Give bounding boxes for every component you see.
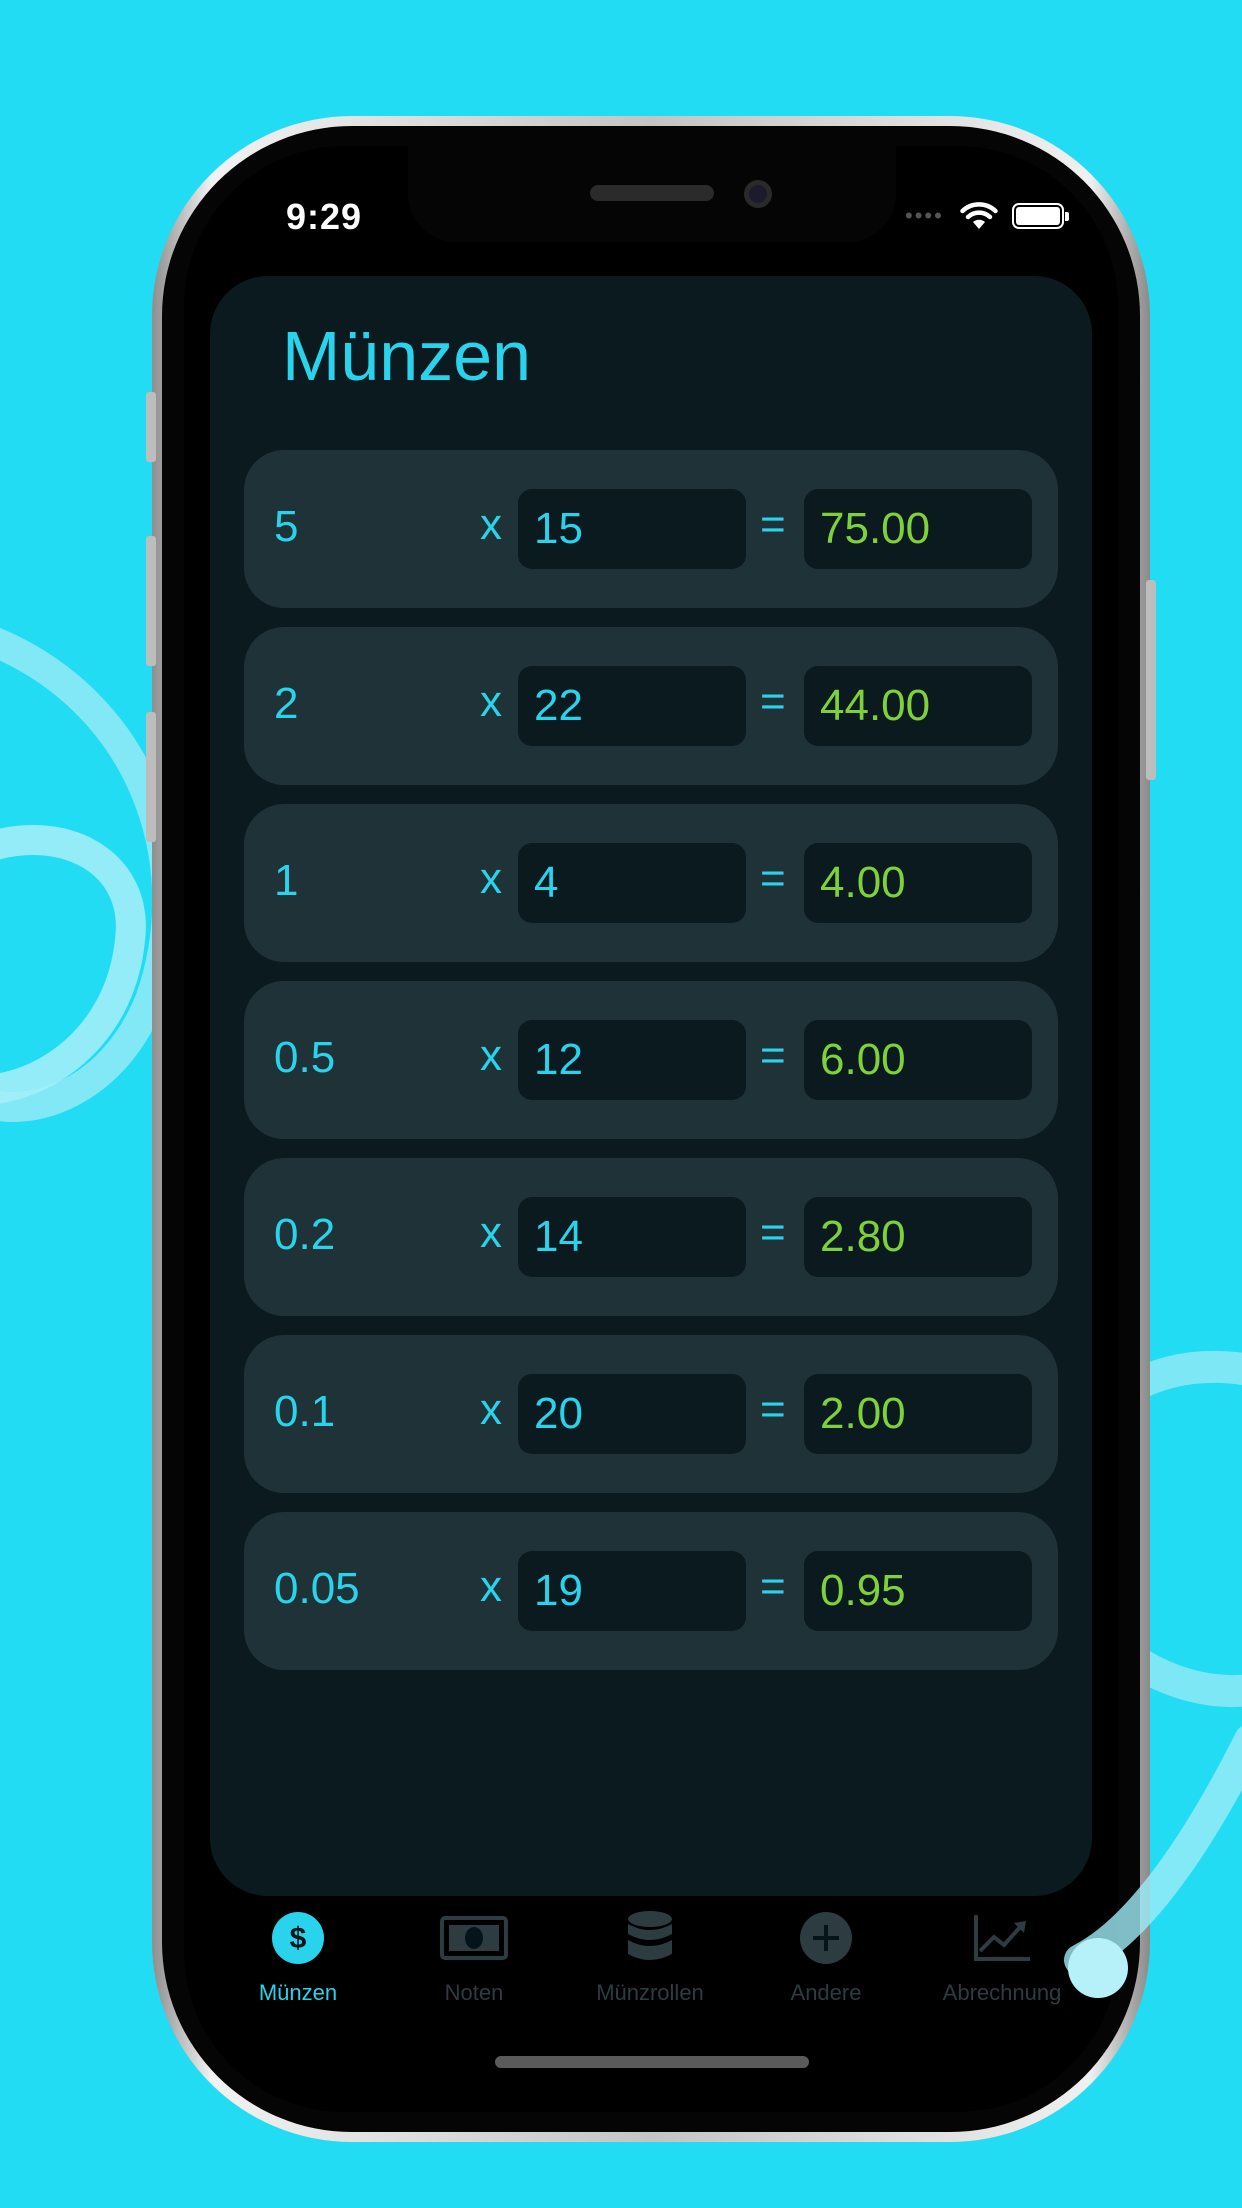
quantity-input[interactable]	[518, 489, 746, 569]
power-button	[1146, 580, 1156, 780]
tab-noten[interactable]: Noten	[386, 1910, 562, 2020]
tab-label: Noten	[444, 1980, 504, 2005]
speaker	[590, 185, 714, 201]
multiply-sign: x	[480, 1385, 502, 1434]
quantity-input[interactable]	[518, 1551, 746, 1631]
denomination-label: 0.05	[274, 1564, 360, 1613]
equals-sign: =	[760, 1031, 786, 1080]
tab-label: Abrechnung	[942, 1980, 1062, 2005]
row-total: 75.00	[804, 489, 1032, 569]
quantity-input[interactable]	[518, 1374, 746, 1454]
row-total: 2.80	[804, 1197, 1032, 1277]
equals-sign: =	[760, 677, 786, 726]
coin-roll-icon	[615, 1910, 685, 1966]
row-total: 2.00	[804, 1374, 1032, 1454]
page-title: Münzen	[282, 317, 532, 395]
tab-muenzen[interactable]: $ Münzen	[210, 1910, 386, 2020]
battery-icon	[1011, 203, 1069, 229]
volume-down-button	[146, 712, 156, 842]
tab-abrechnung[interactable]: Abrechnung	[914, 1910, 1090, 2020]
equals-sign: =	[760, 1208, 786, 1257]
row-total: 0.95	[804, 1551, 1032, 1631]
equals-sign: =	[760, 500, 786, 549]
denomination-label: 0.2	[274, 1210, 336, 1259]
front-camera	[744, 180, 772, 208]
multiply-sign: x	[480, 500, 502, 549]
mute-switch	[146, 392, 156, 462]
coin-row: 0.5 x = 6.00	[244, 981, 1058, 1139]
tab-bar: $ Münzen Noten Münzrollen Andere Abrechn…	[210, 1910, 1092, 2020]
multiply-sign: x	[480, 854, 502, 903]
status-time: 9:29	[286, 196, 363, 237]
plus-circle-icon	[791, 1910, 861, 1966]
quantity-input[interactable]	[518, 666, 746, 746]
tab-label: Münzrollen	[596, 1980, 704, 2005]
banknote-icon	[439, 1910, 509, 1966]
tab-label: Andere	[790, 1980, 862, 2005]
wifi-icon	[960, 202, 998, 229]
coin-row: 5 x = 75.00	[244, 450, 1058, 608]
tab-andere[interactable]: Andere	[738, 1910, 914, 2020]
equals-sign: =	[760, 1385, 786, 1434]
denomination-label: 5	[274, 502, 299, 551]
tab-muenzrollen[interactable]: Münzrollen	[562, 1910, 738, 2020]
denomination-label: 2	[274, 679, 299, 728]
signal-dots-icon: ••••	[905, 203, 944, 228]
coin-row: 0.05 x = 0.95	[244, 1512, 1058, 1670]
denomination-label: 0.5	[274, 1033, 336, 1082]
status-icons: ••••	[905, 196, 1069, 236]
quantity-input[interactable]	[518, 1197, 746, 1277]
coin-row: 2 x = 44.00	[244, 627, 1058, 785]
denomination-label: 0.1	[274, 1387, 336, 1436]
volume-up-button	[146, 536, 156, 666]
denomination-label: 1	[274, 856, 299, 905]
svg-text:$: $	[290, 1922, 307, 1955]
home-indicator[interactable]	[495, 2056, 809, 2068]
multiply-sign: x	[480, 1031, 502, 1080]
chart-icon	[967, 1910, 1037, 1966]
coin-row: 1 x = 4.00	[244, 804, 1058, 962]
equals-sign: =	[760, 1562, 786, 1611]
multiply-sign: x	[480, 1562, 502, 1611]
dollar-coin-icon: $	[263, 1910, 333, 1966]
stage: 9:29 •••• Münzen 5 x = 75.00 2 x = 44.00…	[0, 0, 1242, 2208]
row-total: 6.00	[804, 1020, 1032, 1100]
row-total: 44.00	[804, 666, 1032, 746]
quantity-input[interactable]	[518, 843, 746, 923]
equals-sign: =	[760, 854, 786, 903]
coin-row: 0.2 x = 2.80	[244, 1158, 1058, 1316]
row-total: 4.00	[804, 843, 1032, 923]
multiply-sign: x	[480, 1208, 502, 1257]
tab-label: Münzen	[258, 1980, 338, 2005]
multiply-sign: x	[480, 677, 502, 726]
quantity-input[interactable]	[518, 1020, 746, 1100]
coin-row: 0.1 x = 2.00	[244, 1335, 1058, 1493]
